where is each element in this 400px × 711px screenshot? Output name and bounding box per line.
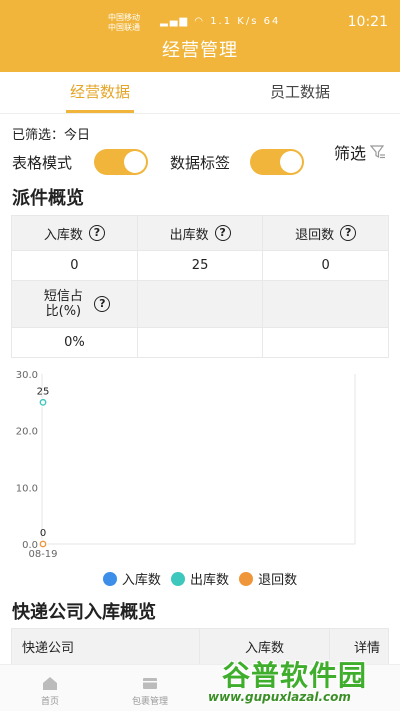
app-header: 中国移动 中国联通 ▂▄▆ ◠ 1.1 K/s 64 10:21 经营管理 [0,0,400,72]
tab-business-data[interactable]: 经营数据 [0,72,200,113]
help-icon[interactable]: ? [340,225,357,241]
data-label: 25 [37,386,50,397]
clock: 10:21 [347,14,388,30]
header-sms-ratio: 短信占比(%)? [11,280,138,328]
chart-legend: 入库数 出库数 退回数 [0,569,400,590]
tab-bar: 经营数据 员工数据 [0,72,400,114]
signal-icons: ▂▄▆ ◠ 1.1 K/s 64 [160,16,280,27]
value-inbound: 0 [11,250,138,281]
courier-header-company: 快递公司 [11,628,200,665]
data-label-label: 数据标签 [170,154,231,172]
help-icon[interactable]: ? [88,225,105,241]
filter-summary: 已筛选：今日 [12,128,91,143]
y-tick-label: 10.0 [16,483,38,494]
help-icon[interactable]: ? [94,296,111,312]
nav-home[interactable]: 首页 [0,665,100,711]
header-returned: 退回数? [262,215,389,251]
x-tick-label: 08-19 [28,549,57,560]
page-title: 经营管理 [162,40,238,61]
header-inbound: 入库数? [11,215,138,251]
header-outbound: 出库数? [136,215,264,251]
signal-icon: ▂▄▆ [160,16,190,27]
status-bar: 中国移动 中国联通 ▂▄▆ ◠ 1.1 K/s 64 10:21 [0,0,400,34]
legend-item-outbound[interactable]: 出库数 [170,569,229,588]
courier-section-title: 快递公司入库概览 [12,602,156,623]
net-speed: 1.1 K/s [210,16,259,27]
value-outbound: 25 [136,250,264,281]
dispatch-chart: 0.010.020.030.008-19250 [16,370,356,560]
watermark: 谷普软件园 www.gupuxlazal.com [208,654,396,710]
value-sms-ratio: 0% [11,327,138,358]
data-point-center [41,542,45,546]
data-label: 0 [40,528,46,539]
y-tick-label: 30.0 [16,370,38,381]
value-returned: 0 [262,250,389,281]
watermark-text: 谷普软件园 [222,659,368,692]
carrier-2: 中国联通 [108,23,140,32]
data-point-center [41,400,45,405]
table-mode-label: 表格模式 [12,154,73,172]
wifi-icon: ◠ [194,16,205,27]
legend-item-returned[interactable]: 退回数 [239,569,297,588]
help-icon[interactable]: ? [214,225,231,241]
toggle-row: 表格模式 数据标签 [12,149,392,175]
dispatch-section-title: 派件概览 [12,188,84,209]
legend-item-inbound[interactable]: 入库数 [102,569,161,588]
table-mode-switch[interactable] [94,149,148,175]
nav-packages[interactable]: 包裹管理 [100,665,200,711]
dispatch-table: 入库数? 出库数? 退回数? 0 25 0 短信占比(%)? 0% [11,215,389,358]
data-label-switch[interactable] [250,149,304,175]
y-tick-label: 20.0 [16,427,38,438]
home-icon [43,677,57,690]
tab-staff-data[interactable]: 员工数据 [200,72,400,113]
package-icon [143,678,157,689]
plot-frame [41,374,356,545]
battery-level: 64 [263,16,281,27]
carrier-1: 中国移动 [108,13,140,22]
watermark-url: www.gupuxlazal.com [208,690,351,704]
carrier-info: 中国移动 中国联通 [108,13,140,33]
